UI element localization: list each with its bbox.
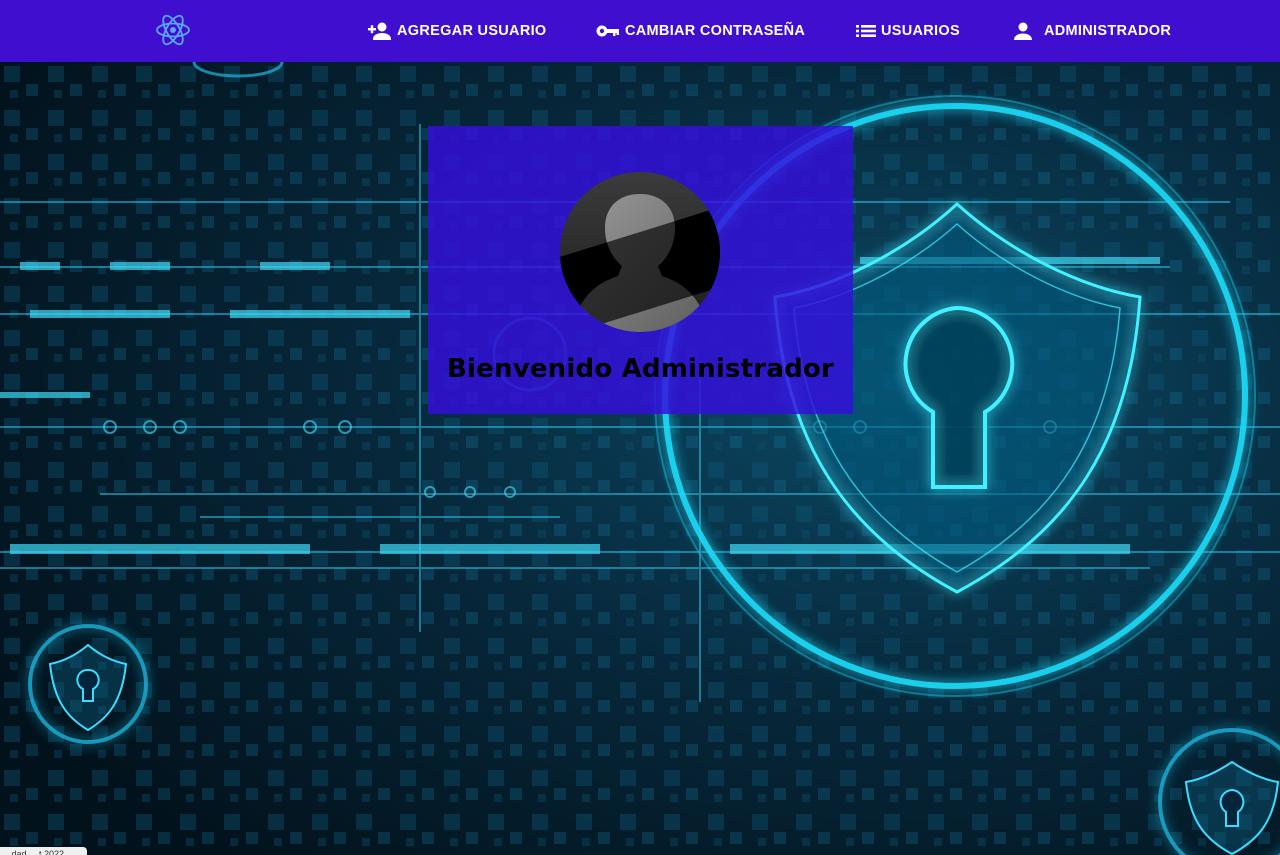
nav-users-label: USUARIOS: [881, 23, 960, 39]
atom-icon[interactable]: [154, 11, 192, 49]
welcome-heading: Bienvenido Administrador: [447, 354, 834, 384]
nav-administrator[interactable]: ADMINISTRADOR: [1014, 0, 1171, 62]
footer-badge: ...dad ... t 2022: [0, 847, 87, 855]
nav-change-password-label: CAMBIAR CONTRASEÑA: [625, 23, 806, 39]
nav-administrator-label: ADMINISTRADOR: [1044, 23, 1172, 39]
nav-add-user-label: AGREGAR USUARIO: [397, 23, 547, 39]
welcome-card: Bienvenido Administrador: [428, 126, 853, 414]
user-silhouette-icon: [560, 172, 720, 332]
nav-users[interactable]: USUARIOS: [856, 0, 960, 62]
person-icon: [1014, 22, 1044, 40]
top-navbar: AGREGAR USUARIO CAMBIAR CONTRASEÑA USUAR…: [0, 0, 1280, 62]
key-icon: [596, 23, 625, 39]
list-icon: [856, 23, 881, 39]
nav-add-user[interactable]: AGREGAR USUARIO: [368, 0, 547, 62]
nav-change-password[interactable]: CAMBIAR CONTRASEÑA: [596, 0, 805, 62]
person-add-icon: [368, 21, 397, 41]
